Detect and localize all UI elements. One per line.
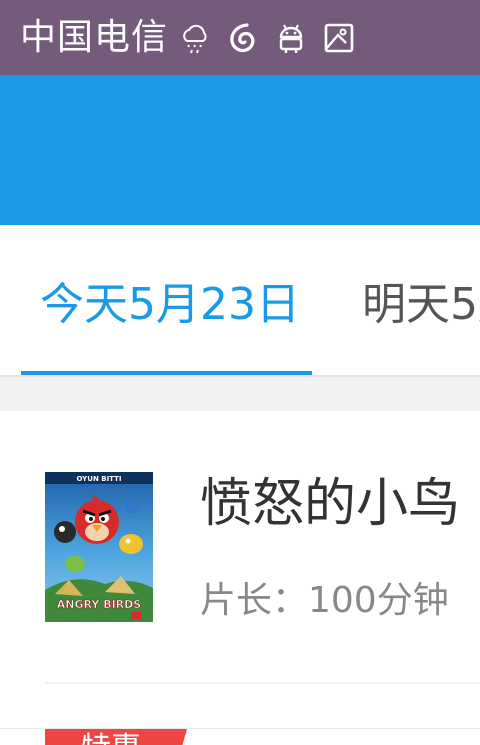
tab-tomorrow[interactable]: 明天5月24日 [362, 277, 480, 333]
tab-today[interactable]: 今天5月23日 [40, 277, 300, 333]
movie-list-item[interactable]: OYUN BITTI ANGRY BIRDS 愤怒的小鸟 片长：100分钟 [0, 411, 480, 683]
svg-text:OYUN BITTI: OYUN BITTI [76, 475, 121, 483]
app-screen: 中国电信 今天5月23日 明天5 OYUN BITTI ANGRY BIRDS … [0, 0, 480, 745]
svg-text:ANGRY BIRDS: ANGRY BIRDS [57, 598, 141, 611]
date-tab-strip: 今天5月23日 明天5月24日 [0, 225, 480, 375]
carrier-name: 中国电信 [20, 16, 169, 58]
movie-title: 愤怒的小鸟 [200, 474, 461, 534]
list-divider [0, 728, 480, 729]
android-icon [274, 21, 308, 55]
image-icon [322, 21, 356, 55]
movie-duration: 片长：100分钟 [200, 580, 449, 621]
status-bar: 中国电信 [0, 0, 480, 75]
section-gap [0, 377, 480, 411]
netease-music-icon [226, 21, 260, 55]
weather-cloud-rain-icon [178, 21, 212, 55]
movie-poster: OYUN BITTI ANGRY BIRDS [45, 472, 153, 622]
movie-list-item-next[interactable]: 特惠 [0, 684, 480, 745]
app-bar [0, 75, 480, 225]
discount-badge: 特惠 [45, 729, 187, 745]
